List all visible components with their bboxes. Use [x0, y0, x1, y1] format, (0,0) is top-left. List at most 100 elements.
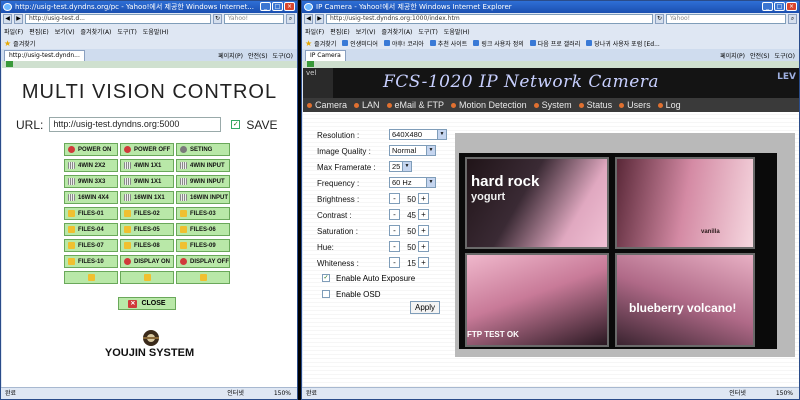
nav-camera[interactable]: Camera: [307, 100, 347, 110]
hue-plus-button[interactable]: +: [418, 241, 429, 252]
brightness-plus-button[interactable]: +: [418, 193, 429, 204]
whiteness-minus-button[interactable]: -: [389, 257, 400, 268]
favorites-button[interactable]: ★ 즐겨찾기: [305, 39, 336, 48]
files-02-button[interactable]: FILES-02: [120, 207, 174, 220]
forward-icon[interactable]: ▶: [315, 14, 324, 24]
left-search-box[interactable]: Yahoo!: [224, 14, 284, 24]
menu-file[interactable]: 파일(F): [305, 27, 324, 36]
menu-favorites[interactable]: 즐겨찾기(A): [382, 27, 413, 36]
4win-2x2-button[interactable]: 4WIN 2X2: [64, 159, 118, 172]
9win-3x3-button[interactable]: 9WIN 3X3: [64, 175, 118, 188]
blank-24-button[interactable]: [64, 271, 118, 284]
nav-users[interactable]: Users: [619, 100, 651, 110]
page-menu[interactable]: 페이지(P): [720, 51, 745, 60]
nav-email-ftp[interactable]: eMail & FTP: [386, 100, 444, 110]
back-icon[interactable]: ◀: [3, 14, 12, 24]
menu-edit[interactable]: 편집(E): [330, 27, 350, 36]
4win-input-button[interactable]: 4WIN INPUT: [176, 159, 230, 172]
osd-checkbox[interactable]: [322, 290, 330, 298]
hue-minus-button[interactable]: -: [389, 241, 400, 252]
9win-1x1-button[interactable]: 9WIN 1X1: [120, 175, 174, 188]
menu-tools[interactable]: 도구(T): [418, 27, 437, 36]
menu-view[interactable]: 보기(V): [55, 27, 75, 36]
url-input[interactable]: http://usig-test.dyndns.org:5000: [49, 117, 222, 132]
contrast-minus-button[interactable]: -: [389, 209, 400, 220]
maximize-icon[interactable]: □: [272, 2, 283, 11]
favorite-link[interactable]: 당나귀 사용자 포럼 [Ed...: [586, 39, 660, 48]
search-icon[interactable]: ⌕: [788, 14, 797, 24]
safety-menu[interactable]: 안전(S): [248, 51, 268, 60]
favorite-link[interactable]: 야후! 코리아: [383, 39, 424, 48]
tools-menu[interactable]: 도구(O): [273, 51, 293, 60]
frequency-select[interactable]: 60 Hz ▼: [389, 177, 436, 188]
nav-lan[interactable]: LAN: [354, 100, 380, 110]
nav-motion-detection[interactable]: Motion Detection: [451, 100, 527, 110]
menu-favorites[interactable]: 즐겨찾기(A): [81, 27, 112, 36]
files-04-button[interactable]: FILES-04: [64, 223, 118, 236]
power-on-button[interactable]: POWER ON: [64, 143, 118, 156]
files-10-button[interactable]: FILES-10: [64, 255, 118, 268]
menu-file[interactable]: 파일(F): [4, 27, 23, 36]
favorite-link[interactable]: 다음 프로 갤러리: [529, 39, 580, 48]
saturation-plus-button[interactable]: +: [418, 225, 429, 236]
nav-log[interactable]: Log: [657, 100, 681, 110]
nav-status[interactable]: Status: [578, 100, 612, 110]
forward-icon[interactable]: ▶: [14, 14, 23, 24]
favorites-button[interactable]: ★ 즐겨찾기: [4, 39, 35, 48]
left-address-bar[interactable]: http://usig-test.d...: [25, 14, 211, 24]
power-off-button[interactable]: POWER OFF: [120, 143, 174, 156]
blank-26-button[interactable]: [176, 271, 230, 284]
menu-help[interactable]: 도움말(H): [444, 27, 470, 36]
page-menu[interactable]: 페이지(P): [218, 51, 243, 60]
16win-1x1-button[interactable]: 16WIN 1X1: [120, 191, 174, 204]
files-06-button[interactable]: FILES-06: [176, 223, 230, 236]
16win-4x4-button[interactable]: 16WIN 4X4: [64, 191, 118, 204]
zoom-level[interactable]: 150%: [274, 388, 291, 399]
favorite-link[interactable]: 링크 사용자 정의: [473, 39, 524, 48]
safety-menu[interactable]: 안전(S): [750, 51, 770, 60]
files-05-button[interactable]: FILES-05: [120, 223, 174, 236]
contrast-plus-button[interactable]: +: [418, 209, 429, 220]
save-checkbox[interactable]: ✓: [231, 120, 241, 129]
close-icon[interactable]: ×: [284, 2, 295, 11]
refresh-icon[interactable]: ↻: [655, 14, 664, 24]
16win-input-button[interactable]: 16WIN INPUT: [176, 191, 230, 204]
apply-button[interactable]: Apply: [410, 301, 440, 314]
files-09-button[interactable]: FILES-09: [176, 239, 230, 252]
nav-system[interactable]: System: [533, 100, 572, 110]
files-07-button[interactable]: FILES-07: [64, 239, 118, 252]
seting-button[interactable]: SETING: [176, 143, 230, 156]
favorite-link[interactable]: 인생미디어: [342, 39, 378, 48]
left-tab[interactable]: http://usig-test.dyndn...: [4, 49, 85, 61]
tools-menu[interactable]: 도구(O): [775, 51, 795, 60]
minimize-icon[interactable]: _: [762, 2, 773, 11]
display-off-button[interactable]: DISPLAY OFF: [176, 255, 230, 268]
framerate-select[interactable]: 25 ▼: [389, 161, 412, 172]
quality-select[interactable]: Normal ▼: [389, 145, 436, 156]
brightness-minus-button[interactable]: -: [389, 193, 400, 204]
whiteness-plus-button[interactable]: +: [418, 257, 429, 268]
menu-edit[interactable]: 편집(E): [29, 27, 49, 36]
display-on-button[interactable]: DISPLAY ON: [120, 255, 174, 268]
maximize-icon[interactable]: □: [774, 2, 785, 11]
auto-exposure-checkbox[interactable]: ✓: [322, 274, 330, 282]
files-01-button[interactable]: FILES-01: [64, 207, 118, 220]
menu-view[interactable]: 보기(V): [356, 27, 376, 36]
zoom-level[interactable]: 150%: [776, 388, 793, 399]
saturation-minus-button[interactable]: -: [389, 225, 400, 236]
refresh-icon[interactable]: ↻: [213, 14, 222, 24]
right-address-bar[interactable]: http://usig-test.dyndns.org:1000/index.h…: [326, 14, 653, 24]
9win-input-button[interactable]: 9WIN INPUT: [176, 175, 230, 188]
blank-25-button[interactable]: [120, 271, 174, 284]
right-tab[interactable]: IP Camera: [305, 49, 346, 61]
search-icon[interactable]: ⌕: [286, 14, 295, 24]
files-03-button[interactable]: FILES-03: [176, 207, 230, 220]
right-search-box[interactable]: Yahoo!: [666, 14, 786, 24]
close-icon[interactable]: ×: [786, 2, 797, 11]
files-08-button[interactable]: FILES-08: [120, 239, 174, 252]
minimize-icon[interactable]: _: [260, 2, 271, 11]
resolution-select[interactable]: 640X480 ▼: [389, 129, 447, 140]
back-icon[interactable]: ◀: [304, 14, 313, 24]
menu-tools[interactable]: 도구(T): [117, 27, 136, 36]
close-button[interactable]: ✕ CLOSE: [118, 297, 176, 310]
